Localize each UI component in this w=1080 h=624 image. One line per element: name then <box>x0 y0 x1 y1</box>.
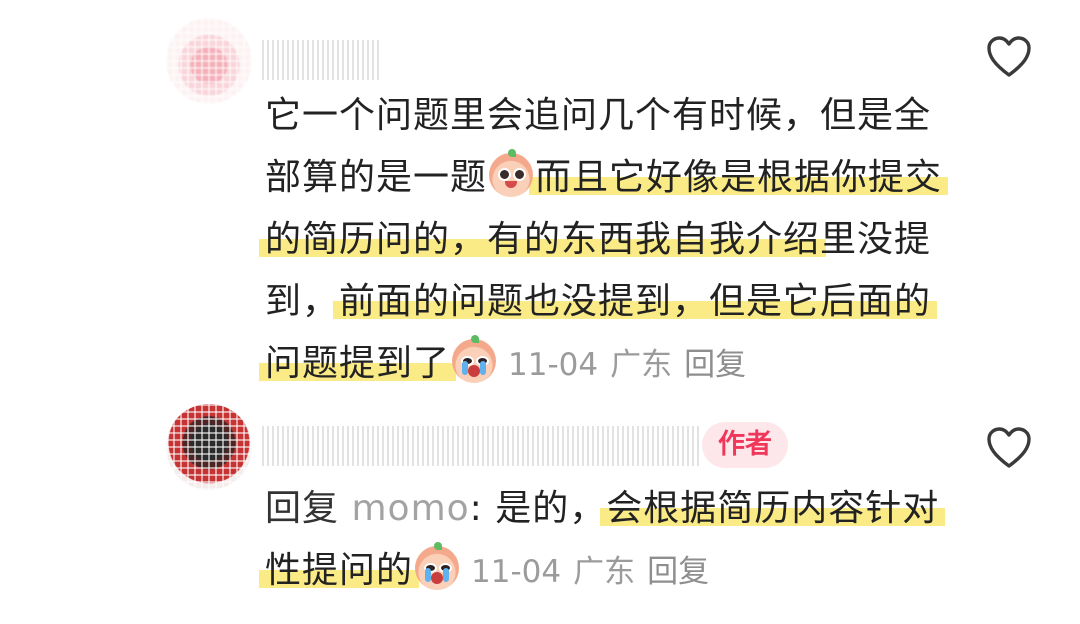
comment-item: 作者 回复 momo: 是的，会根据简历内容针对性提问的 11-04 广东 回复 <box>0 400 1080 624</box>
comment-location: 广东 <box>610 347 673 383</box>
crying-face-emoji-icon <box>452 335 497 383</box>
heart-outline-icon[interactable] <box>986 427 1032 469</box>
username-redacted[interactable] <box>262 426 702 466</box>
username-redacted[interactable] <box>262 40 382 80</box>
mention-username[interactable]: momo <box>351 488 469 529</box>
reply-prefix: 回复 <box>265 488 340 529</box>
avatar-mosaic <box>166 18 252 104</box>
avatar[interactable] <box>166 404 252 490</box>
comment-item: 它一个问题里会追问几个有时候，但是全部算的是一题 而且它好像是根据你提交的简历问的… <box>0 0 1080 400</box>
surprised-face-emoji-icon <box>489 149 534 197</box>
reply-button[interactable]: 回复 <box>684 347 746 383</box>
comment-date: 11-04 <box>508 347 599 383</box>
reply-button[interactable]: 回复 <box>647 554 709 590</box>
comment-location: 广东 <box>573 554 636 590</box>
comment-date: 11-04 <box>471 554 562 590</box>
comment-text-segment: : 是的， <box>469 488 607 529</box>
highlighted-text: 前面的问题也没提到，但是它后面的问题提到了 <box>259 281 938 384</box>
avatar-mosaic <box>166 404 252 490</box>
author-badge: 作者 <box>702 422 788 468</box>
heart-outline-icon[interactable] <box>986 36 1032 78</box>
avatar[interactable] <box>166 18 252 104</box>
comment-text: 回复 momo: 是的，会根据简历内容针对性提问的 11-04 广东 回复 <box>259 478 955 603</box>
comment-text: 它一个问题里会追问几个有时候，但是全部算的是一题 而且它好像是根据你提交的简历问的… <box>259 85 955 396</box>
crying-face-emoji-icon <box>415 542 460 590</box>
